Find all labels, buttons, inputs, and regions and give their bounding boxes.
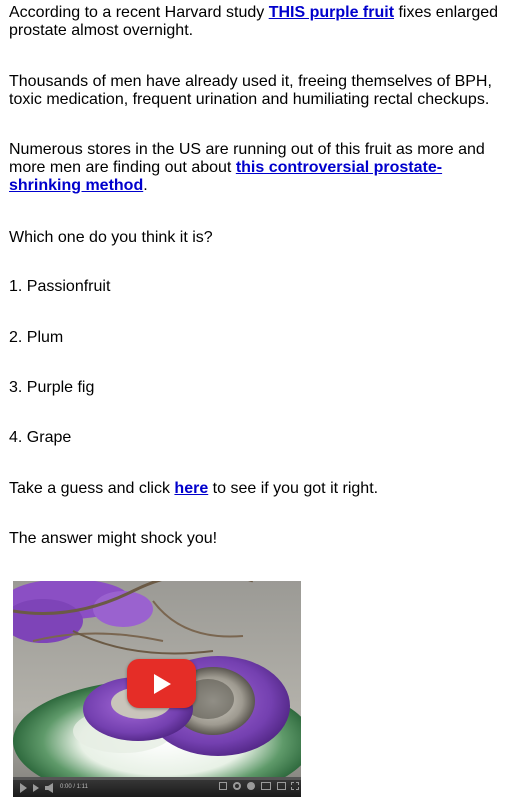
intro-text-before: According to a recent Harvard study (9, 4, 269, 21)
play-button[interactable] (127, 659, 196, 708)
play-icon (154, 674, 171, 694)
paragraph-stores: Numerous stores in the US are running ou… (9, 141, 504, 195)
option-item: 4. Grape (9, 429, 72, 446)
time-display: 0:00 / 1:11 (60, 784, 88, 790)
progress-bar[interactable] (13, 777, 301, 780)
video-player[interactable]: 0:00 / 1:11 (13, 581, 301, 797)
paragraph-testimonial: Thousands of men have already used it, f… (9, 73, 492, 108)
option-item: 3. Purple fig (9, 379, 95, 396)
settings-icon[interactable] (233, 782, 241, 790)
closing-text: The answer might shock you! (9, 530, 218, 547)
video-controls: 0:00 / 1:11 (13, 777, 301, 797)
paragraph-cta: Take a guess and click here to see if yo… (9, 480, 378, 498)
here-link[interactable]: here (174, 480, 208, 497)
option-item: 1. Passionfruit (9, 278, 111, 295)
stores-text-after: . (143, 177, 148, 194)
theater-icon[interactable] (277, 782, 286, 790)
paragraph-intro: According to a recent Harvard study THIS… (9, 4, 504, 40)
captions-icon[interactable] (219, 782, 227, 790)
option-item: 2. Plum (9, 329, 64, 346)
purple-fruit-link[interactable]: THIS purple fruit (269, 4, 394, 21)
fullscreen-icon[interactable] (291, 782, 299, 790)
youtube-icon[interactable] (247, 782, 255, 790)
miniplayer-icon[interactable] (261, 782, 271, 790)
cta-text-before: Take a guess and click (9, 480, 175, 497)
cta-text-after: to see if you got it right. (208, 480, 379, 497)
question-text: Which one do you think it is? (9, 229, 213, 246)
volume-icon[interactable] (45, 783, 53, 793)
play-icon[interactable] (20, 783, 27, 793)
next-icon[interactable] (33, 784, 39, 792)
